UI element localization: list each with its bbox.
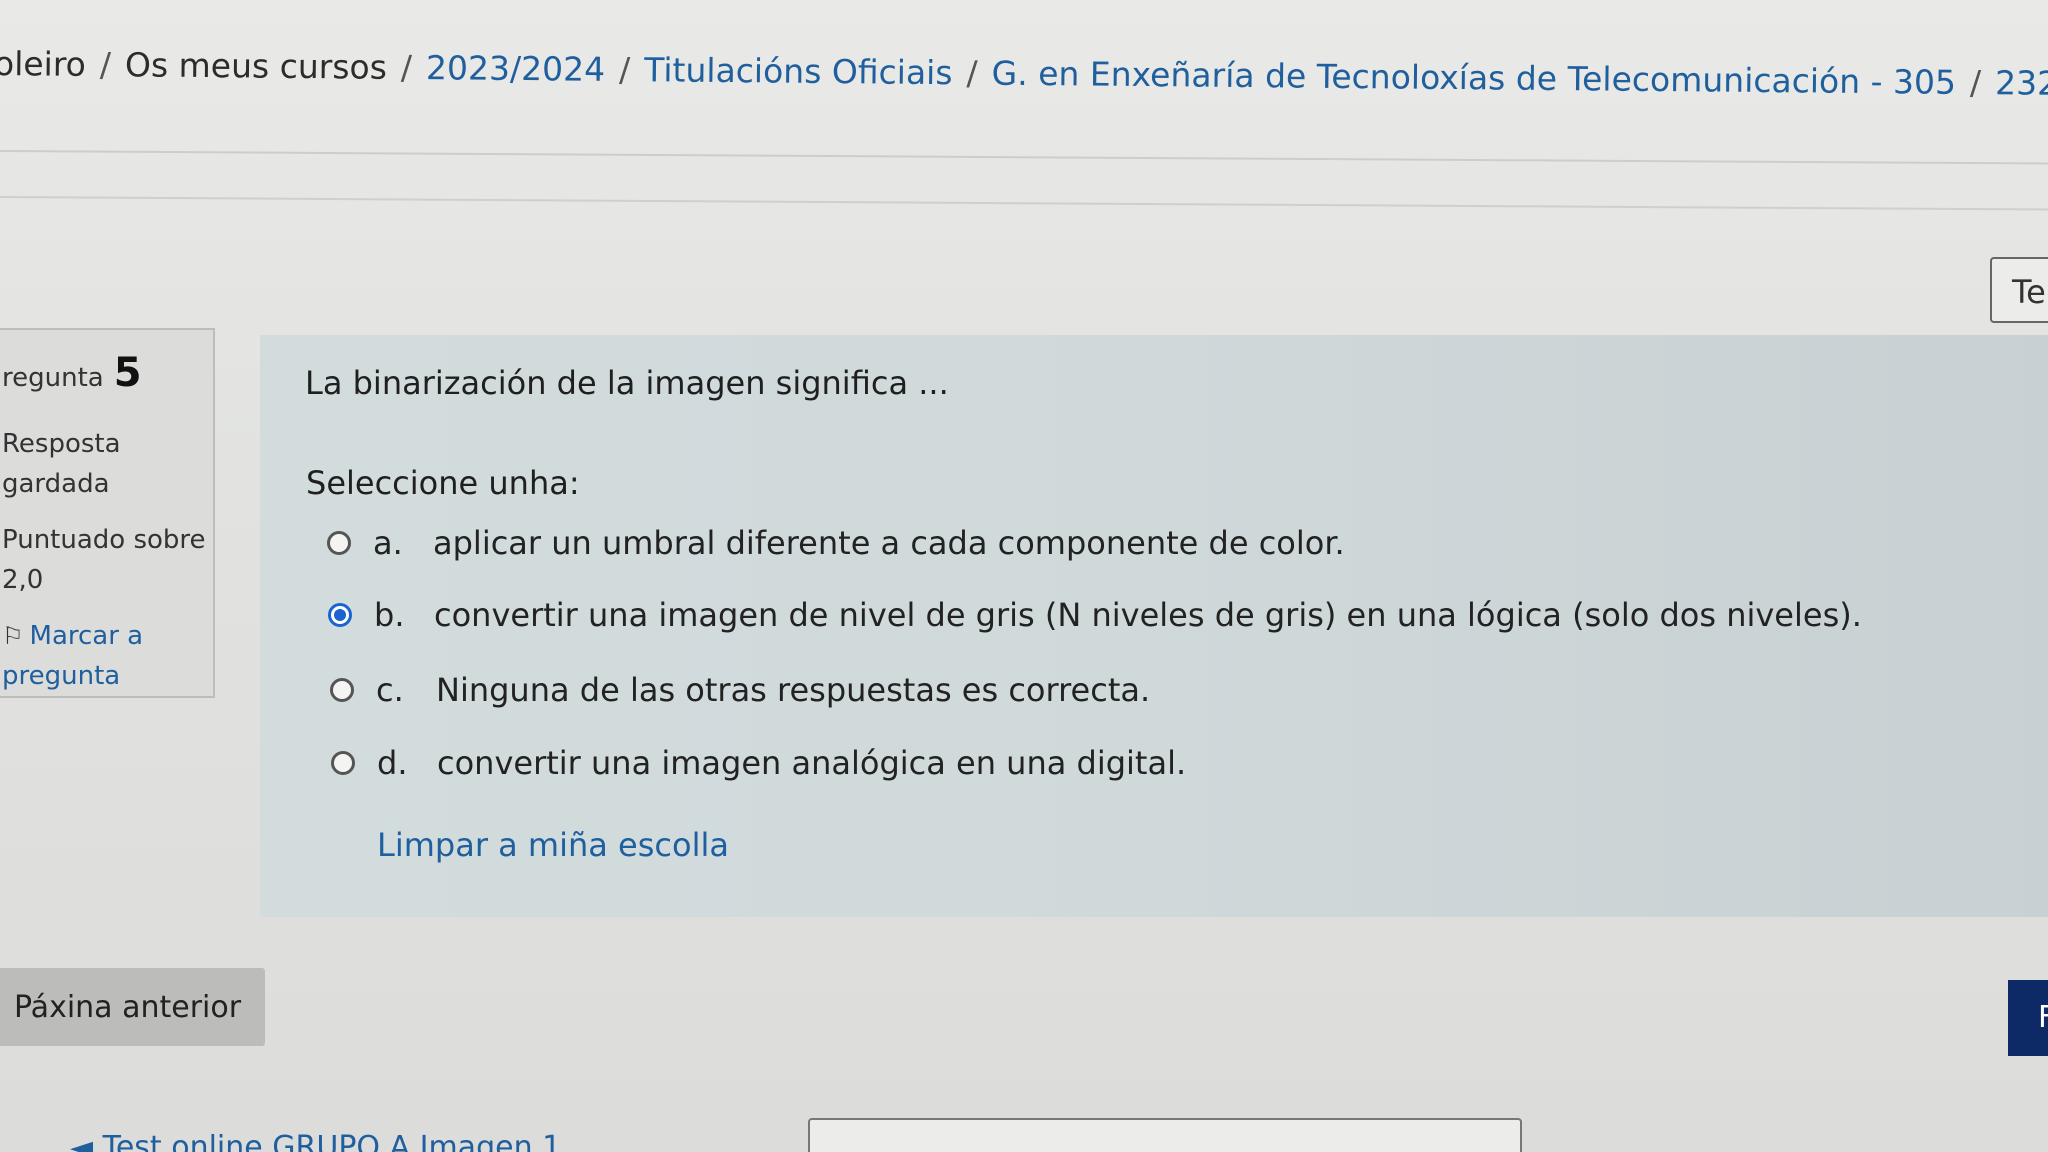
- flag-question-link[interactable]: ⚐ Marcar a pregunta: [2, 616, 192, 696]
- option-letter: a.: [373, 524, 403, 562]
- option-text: convertir una imagen de nivel de gris (N…: [434, 596, 1862, 634]
- answer-option-c[interactable]: c. Ninguna de las otras respuestas es co…: [330, 671, 1150, 709]
- clear-choice-link[interactable]: Limpar a miña escolla: [377, 826, 729, 864]
- header-divider: [0, 150, 2048, 165]
- quiz-page: oleiro / Os meus cursos / 2023/2024 / Titulaci…: [0, 0, 2048, 1152]
- flag-icon: ⚐: [2, 622, 24, 650]
- breadcrumb-item-year[interactable]: 2023/2024: [426, 48, 605, 89]
- breadcrumb-separator: /: [966, 53, 978, 93]
- breadcrumb-separator: /: [99, 45, 112, 85]
- breadcrumb-separator: /: [618, 50, 631, 90]
- breadcrumb-separator: /: [1969, 62, 1982, 103]
- question-grade: Puntuado sobre 2,0: [2, 525, 206, 595]
- option-letter: d.: [377, 744, 408, 782]
- breadcrumb-item-degree[interactable]: G. en Enxeñaría de Tecnoloxías de Teleco…: [991, 54, 1956, 102]
- breadcrumb-item-my-courses[interactable]: Os meus cursos: [125, 45, 387, 87]
- option-text: Ninguna de las otras respuestas es corre…: [436, 671, 1151, 709]
- option-letter: b.: [374, 596, 405, 634]
- answer-option-b[interactable]: b. convertir una imagen de nivel de gris…: [328, 596, 1862, 634]
- option-letter: c.: [376, 671, 404, 709]
- question-text: La binarización de la imagen significa .…: [305, 364, 949, 402]
- radio-button-b[interactable]: [328, 603, 352, 627]
- question-info-panel: regunta 5 Resposta gardada Puntuado sobr…: [0, 328, 215, 698]
- answer-option-d[interactable]: d. convertir una imagen analógica en una…: [331, 744, 1186, 782]
- option-text: convertir una imagen analógica en una di…: [437, 744, 1187, 782]
- answer-prompt: Seleccione unha:: [306, 464, 580, 502]
- previous-activity-link[interactable]: ◄ Test online GRUPO A Imagen 1: [70, 1130, 561, 1152]
- breadcrumb-item-course[interactable]: 2324-1146: [1995, 63, 2048, 104]
- option-text: aplicar un umbral diferente a cada compo…: [433, 524, 1345, 562]
- radio-button-d[interactable]: [331, 751, 355, 775]
- radio-button-a[interactable]: [327, 531, 351, 555]
- timer-button[interactable]: Ter: [1990, 257, 2048, 323]
- question-number-value: 5: [113, 350, 142, 396]
- radio-button-c[interactable]: [330, 678, 354, 702]
- jump-to-select[interactable]: [808, 1118, 1522, 1152]
- previous-page-button[interactable]: Páxina anterior: [0, 968, 265, 1046]
- question-state: Resposta gardada: [2, 429, 121, 499]
- answer-option-a[interactable]: a. aplicar un umbral diferente a cada co…: [327, 524, 1345, 562]
- next-page-button[interactable]: F: [2008, 980, 2048, 1056]
- header-divider: [0, 196, 2048, 211]
- breadcrumb-item-home[interactable]: oleiro: [0, 44, 86, 84]
- breadcrumb: oleiro / Os meus cursos / 2023/2024 / Titulaci…: [0, 44, 2048, 104]
- breadcrumb-item-titulations[interactable]: Titulacións Oficiais: [644, 50, 953, 92]
- breadcrumb-separator: /: [400, 47, 413, 88]
- question-number: regunta 5: [2, 350, 213, 396]
- question-number-label: regunta: [2, 363, 104, 393]
